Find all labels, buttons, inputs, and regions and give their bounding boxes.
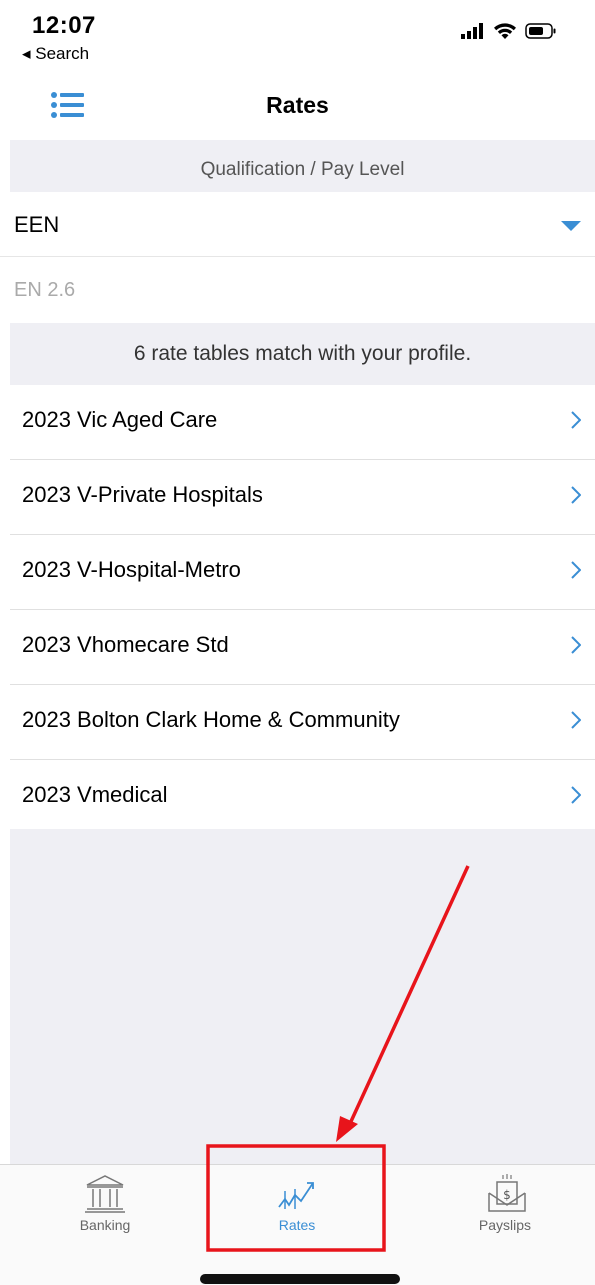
qualification-value: EEN	[14, 212, 60, 237]
wifi-icon	[494, 23, 516, 39]
empty-list-area	[10, 829, 595, 1164]
home-indicator	[200, 1274, 400, 1284]
rate-table-list: 2023 Vic Aged Care 2023 V-Private Hospit…	[10, 385, 595, 835]
chevron-right-icon	[571, 486, 581, 504]
payslip-envelope-icon: $	[488, 1174, 526, 1212]
tab-payslips[interactable]: $ Payslips	[450, 1173, 560, 1253]
rate-table-label: 2023 V-Hospital-Metro	[22, 557, 241, 582]
tab-bar: Banking Rates $ Payslips	[0, 1164, 595, 1285]
tab-rates[interactable]: Rates	[242, 1173, 352, 1253]
chevron-right-icon	[571, 711, 581, 729]
rate-table-label: 2023 Vic Aged Care	[22, 407, 218, 432]
rate-table-label: 2023 Vmedical	[22, 782, 168, 807]
status-bar: 12:07 ◂ Search	[0, 0, 595, 70]
chevron-right-icon	[571, 411, 581, 429]
status-icons	[461, 22, 557, 40]
chevron-right-icon	[571, 786, 581, 804]
pay-level-value: EN 2.6	[14, 279, 76, 301]
battery-icon	[525, 23, 556, 39]
tab-payslips-label: Payslips	[478, 1217, 532, 1233]
rates-chart-icon	[278, 1182, 314, 1209]
svg-text:$: $	[503, 1188, 511, 1202]
chevron-right-icon	[571, 561, 581, 579]
rate-table-label: 2023 Vhomecare Std	[22, 632, 229, 657]
tab-banking[interactable]: Banking	[50, 1173, 160, 1253]
pay-level-row: EN 2.6	[0, 257, 595, 323]
bank-icon	[85, 1175, 125, 1213]
tab-banking-label: Banking	[79, 1217, 131, 1233]
rate-table-row[interactable]: 2023 Vmedical	[10, 760, 595, 835]
qualification-header: Qualification / Pay Level	[10, 140, 595, 192]
rate-table-label: 2023 Bolton Clark Home & Community	[22, 707, 400, 732]
nav-bar: Rates	[0, 70, 595, 140]
rate-table-row[interactable]: 2023 V-Hospital-Metro	[10, 535, 595, 610]
qualification-picker[interactable]: EEN	[0, 192, 595, 257]
back-to-search-link[interactable]: ◂ Search	[22, 44, 89, 64]
signal-icon	[461, 23, 483, 39]
rate-table-label: 2023 V-Private Hospitals	[22, 482, 263, 507]
rate-table-row[interactable]: 2023 Vhomecare Std	[10, 610, 595, 685]
rate-table-row[interactable]: 2023 Vic Aged Care	[10, 385, 595, 460]
dropdown-caret-icon	[561, 221, 581, 231]
rate-table-row[interactable]: 2023 V-Private Hospitals	[10, 460, 595, 535]
page-title: Rates	[266, 92, 329, 118]
tab-rates-label: Rates	[278, 1217, 316, 1233]
rate-match-header: 6 rate tables match with your profile.	[10, 323, 595, 385]
status-time: 12:07	[32, 12, 96, 39]
chevron-right-icon	[571, 636, 581, 654]
rate-table-row[interactable]: 2023 Bolton Clark Home & Community	[10, 685, 595, 760]
